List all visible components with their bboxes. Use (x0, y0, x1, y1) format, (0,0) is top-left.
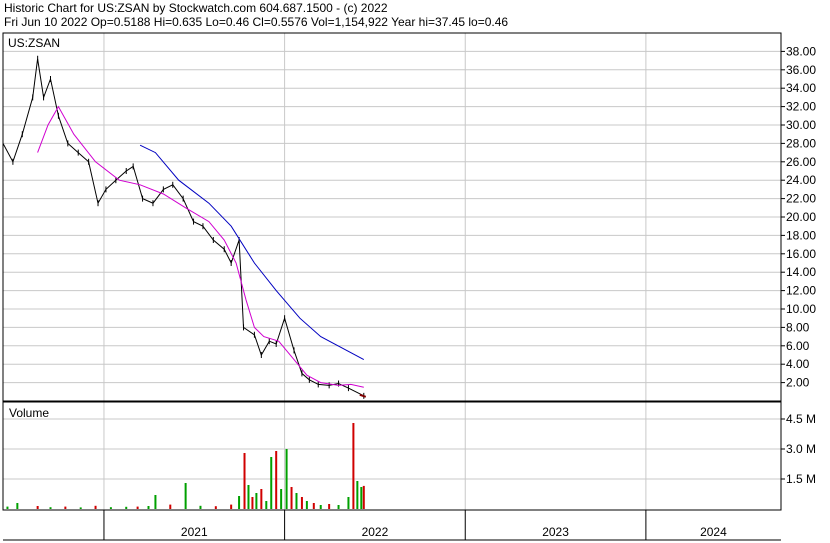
volume-bar (79, 507, 82, 509)
price-tick-label: 14.00 (786, 265, 816, 279)
volume-bar (265, 501, 268, 509)
volume-bar (312, 503, 315, 509)
price-tick-label: 32.00 (786, 100, 816, 114)
volume-bar (356, 481, 359, 509)
volume-bar (319, 505, 322, 509)
volume-bar (251, 497, 254, 509)
volume-bar (352, 423, 355, 509)
axes: US:ZSAN Volume 38.00 36.00 34.00 32.00 30.00… (2, 32, 816, 541)
price-panel-title: US:ZSAN (8, 36, 60, 50)
volume-bar (49, 507, 52, 509)
price-tick-label: 24.00 (786, 173, 816, 187)
price-tick-label: 4.00 (786, 357, 810, 371)
volume-bar (238, 496, 241, 509)
volume-bar (295, 493, 298, 509)
chart-header-line1: Historic Chart for US:ZSAN by Stockwatch… (4, 1, 388, 15)
volume-bar (199, 505, 202, 509)
price-tick-label: 20.00 (786, 210, 816, 224)
price-tick-label: 26.00 (786, 155, 816, 169)
volume-bar (290, 487, 293, 509)
volume-bar (230, 504, 233, 509)
volume-bar (328, 504, 331, 509)
volume-bar (270, 457, 273, 509)
volume-bar (247, 485, 250, 509)
volume-bar (280, 489, 283, 509)
volume-bar (94, 505, 97, 509)
price-tick-label: 38.00 (786, 44, 816, 58)
volume-panel-frame (2, 401, 782, 511)
volume-bar (243, 453, 246, 509)
volume-tick-label: 3.0 M (786, 442, 816, 456)
volume-tick-label: 1.5 M (786, 472, 816, 486)
volume-bar (125, 506, 128, 509)
volume-bar (64, 506, 67, 509)
volume-bar (285, 449, 288, 509)
volume-bar (169, 504, 172, 509)
x-tick-label: 2023 (542, 525, 569, 539)
moving-average-short-line (37, 105, 364, 388)
price-panel-frame (2, 32, 782, 402)
chart-header-line2: Fri Jun 10 2022 Op=0.5188 Hi=0.635 Lo=0.… (4, 15, 509, 29)
grid (3, 33, 781, 510)
volume-bar (154, 495, 157, 509)
volume-bar (184, 483, 187, 509)
volume-bar (347, 497, 350, 509)
volume-bar (255, 493, 258, 509)
price-tick-label: 36.00 (786, 63, 816, 77)
volume-bar (275, 451, 278, 509)
volume-bar (362, 485, 365, 509)
volume-bar (360, 487, 363, 509)
price-bars-line (2, 58, 365, 397)
price-tick-label: 28.00 (786, 136, 816, 150)
x-tick-label: 2024 (700, 525, 727, 539)
stock-chart: US:ZSAN Volume 38.00 36.00 34.00 32.00 30.00… (2, 32, 816, 541)
volume-bar (214, 506, 217, 509)
volume-bar (305, 501, 308, 509)
volume-bar (260, 489, 263, 509)
volume-tick-label: 4.5 M (786, 412, 816, 426)
price-tick-label: 10.00 (786, 302, 816, 316)
last-trade-marker (359, 393, 367, 398)
price-tick-label: 16.00 (786, 247, 816, 261)
volume-bar (36, 506, 39, 509)
volume-bar (337, 505, 340, 509)
price-tick-label: 34.00 (786, 81, 816, 95)
price-tick-label: 18.00 (786, 228, 816, 242)
x-tick-label: 2021 (181, 525, 208, 539)
volume-bar (147, 506, 150, 509)
volume-bar (6, 506, 9, 509)
volume-panel-title: Volume (9, 406, 49, 420)
moving-average-long-line (139, 144, 365, 361)
volume-bar (16, 503, 19, 509)
price-tick-label: 8.00 (786, 320, 810, 334)
price-tick-label: 30.00 (786, 118, 816, 132)
price-tick-label: 6.00 (786, 339, 810, 353)
volume-panel (6, 423, 365, 509)
volume-bar (300, 497, 303, 509)
price-panel (2, 55, 367, 399)
price-tick-label: 12.00 (786, 284, 816, 298)
x-tick-label: 2022 (362, 525, 389, 539)
price-tick-label: 22.00 (786, 192, 816, 206)
volume-bar (109, 507, 112, 509)
volume-bar (136, 506, 139, 509)
price-tick-label: 2.00 (786, 376, 810, 390)
